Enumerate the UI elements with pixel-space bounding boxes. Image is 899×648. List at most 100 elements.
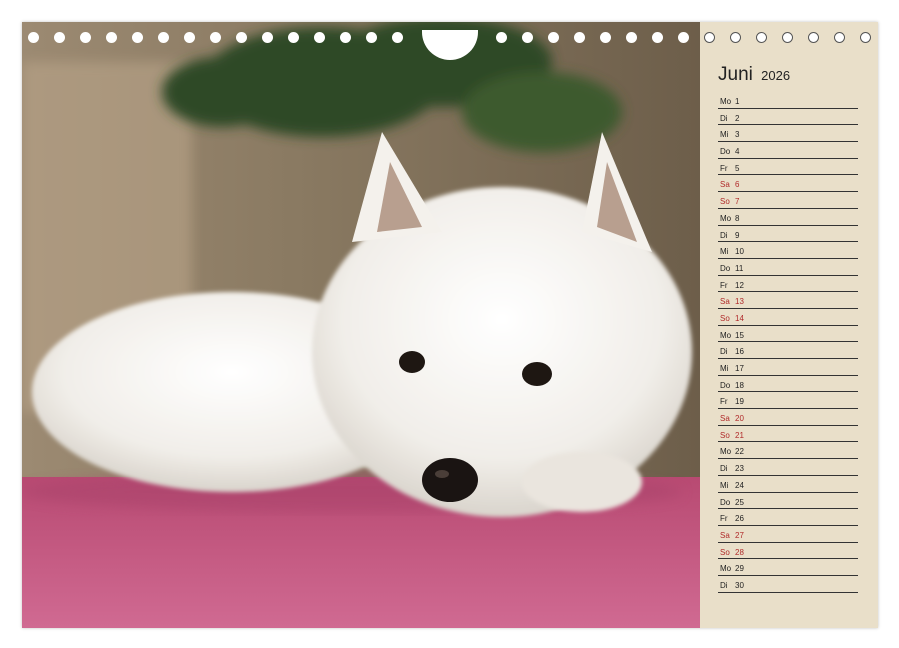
- weekday-label: So: [720, 313, 730, 323]
- binding-hole: [678, 32, 689, 43]
- day-row: So 7: [718, 192, 858, 209]
- day-number: 7: [735, 197, 740, 207]
- binding-hole: [158, 32, 169, 43]
- day-row: Mi 3: [718, 125, 858, 143]
- binding-hole: [106, 32, 117, 43]
- day-number: 2: [735, 113, 740, 123]
- binding-hole: [652, 32, 663, 43]
- day-number: 10: [735, 247, 744, 257]
- month-label: Juni: [718, 64, 753, 85]
- day-row: Do 25: [718, 493, 858, 510]
- weekday-label: Mo: [720, 564, 732, 574]
- day-number: 18: [735, 380, 744, 390]
- day-number: 17: [735, 364, 744, 373]
- weekday-label: So: [720, 197, 730, 207]
- day-number: 9: [735, 230, 740, 240]
- day-number: 26: [735, 514, 744, 524]
- dog-photo: [22, 22, 700, 628]
- binding-hole: [184, 32, 195, 43]
- weekday-label: Mi: [720, 480, 729, 490]
- day-number: 8: [735, 213, 740, 223]
- day-number: 16: [735, 347, 744, 357]
- weekday-label: Mi: [720, 364, 729, 373]
- binding-holes: [22, 30, 878, 60]
- day-row: Mo 15: [718, 326, 858, 343]
- weekday-label: Fr: [720, 397, 728, 407]
- day-row: Mo 22: [718, 442, 858, 460]
- binding-hole: [730, 32, 741, 43]
- day-number: 28: [735, 547, 744, 557]
- weekday-label: Mi: [720, 130, 729, 140]
- weekday-label: Do: [720, 497, 731, 507]
- binding-hole: [132, 32, 143, 43]
- day-number: 24: [735, 480, 744, 490]
- day-number: 13: [735, 297, 744, 307]
- binding-hole: [262, 32, 273, 43]
- weekday-label: Sa: [720, 180, 730, 190]
- day-row: Do 18: [718, 376, 858, 393]
- binding-hole: [756, 32, 767, 43]
- weekday-label: Di: [720, 113, 728, 123]
- day-row: Sa 13: [718, 292, 858, 309]
- day-row: Sa 6: [718, 175, 858, 193]
- calendar-panel: Juni 2026 Mo 1 Di 2 Mi 3 Do 4 Fr 5 Sa 6 So 7 Mo 8 Di 9 Mi 1…: [700, 22, 878, 628]
- weekday-label: Di: [720, 230, 728, 240]
- day-number: 29: [735, 564, 744, 574]
- day-row: Do 11: [718, 259, 858, 276]
- binding-hole: [600, 32, 611, 43]
- weekday-label: So: [720, 547, 730, 557]
- day-row: Fr 5: [718, 159, 858, 176]
- binding-hole: [366, 32, 377, 43]
- day-list: Mo 1 Di 2 Mi 3 Do 4 Fr 5 Sa 6 So 7 Mo 8 Di 9 Mi 10 Do 11 Fr 12 S…: [718, 92, 858, 593]
- day-number: 30: [735, 580, 744, 590]
- day-row: Mi 24: [718, 476, 858, 493]
- binding-hole: [522, 32, 533, 43]
- weekday-label: Do: [720, 263, 731, 273]
- binding-hole: [704, 32, 715, 43]
- day-number: 3: [735, 130, 740, 140]
- day-row: Di 23: [718, 459, 858, 476]
- westie-illustration: [22, 22, 700, 628]
- day-number: 25: [735, 497, 744, 507]
- day-number: 12: [735, 280, 744, 290]
- binding-hole: [54, 32, 65, 43]
- month-title: Juni 2026: [718, 64, 790, 86]
- weekday-label: Do: [720, 147, 731, 157]
- binding-hole: [392, 32, 403, 43]
- day-number: 5: [735, 163, 740, 173]
- day-row: Mo 29: [718, 559, 858, 576]
- day-row: Mo 1: [718, 92, 858, 109]
- weekday-label: Mo: [720, 213, 732, 223]
- weekday-label: Mi: [720, 247, 729, 257]
- calendar-page: Juni 2026 Mo 1 Di 2 Mi 3 Do 4 Fr 5 Sa 6 So 7 Mo 8 Di 9 Mi 1…: [22, 22, 878, 628]
- binding-hole: [834, 32, 845, 43]
- binding-hole: [80, 32, 91, 43]
- day-row: Do 4: [718, 142, 858, 159]
- day-number: 14: [735, 313, 744, 323]
- day-number: 11: [735, 263, 744, 273]
- weekday-label: Di: [720, 347, 728, 357]
- day-row: Fr 12: [718, 276, 858, 293]
- binding-hole: [288, 32, 299, 43]
- weekday-label: Sa: [720, 414, 730, 424]
- day-row: Di 9: [718, 226, 858, 243]
- day-number: 6: [735, 180, 740, 190]
- day-row: Di 16: [718, 342, 858, 359]
- day-row: Mi 10: [718, 242, 858, 259]
- day-row: So 14: [718, 309, 858, 326]
- day-number: 1: [735, 97, 740, 106]
- weekday-label: Do: [720, 380, 731, 390]
- weekday-label: Mo: [720, 447, 732, 457]
- weekday-label: Sa: [720, 297, 730, 307]
- day-row: Fr 19: [718, 392, 858, 410]
- weekday-label: Di: [720, 464, 728, 474]
- weekday-label: Mo: [720, 97, 732, 106]
- weekday-label: Di: [720, 580, 728, 590]
- weekday-label: Mo: [720, 330, 732, 340]
- day-row: Di 2: [718, 109, 858, 126]
- day-number: 21: [735, 430, 744, 440]
- weekday-label: Fr: [720, 280, 728, 290]
- binding-hole: [210, 32, 221, 43]
- year-label: 2026: [761, 68, 791, 83]
- day-row: Mo 8: [718, 209, 858, 226]
